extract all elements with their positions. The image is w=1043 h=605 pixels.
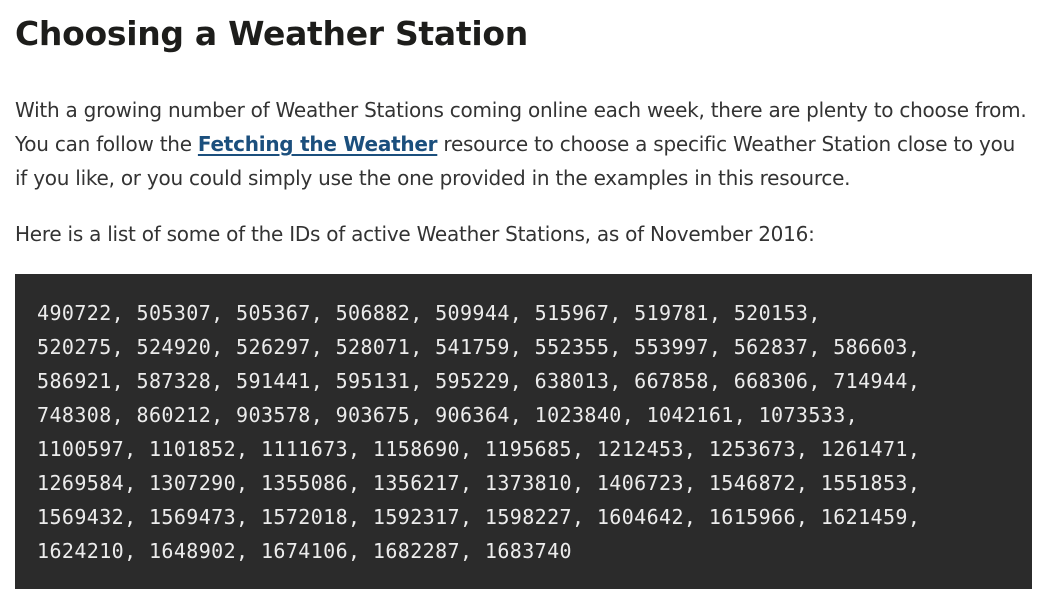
station-ids-code: 490722, 505307, 505367, 506882, 509944, …: [37, 296, 1010, 568]
intro-paragraph: With a growing number of Weather Station…: [15, 93, 1032, 195]
fetching-the-weather-link[interactable]: Fetching the Weather: [198, 132, 438, 156]
code-line: 520275, 524920, 526297, 528071, 541759, …: [37, 335, 921, 359]
code-line: 1624210, 1648902, 1674106, 1682287, 1683…: [37, 539, 572, 563]
code-line: 748308, 860212, 903578, 903675, 906364, …: [37, 403, 859, 427]
code-line: 1269584, 1307290, 1355086, 1356217, 1373…: [37, 471, 921, 495]
code-line: 1569432, 1569473, 1572018, 1592317, 1598…: [37, 505, 921, 529]
page-title: Choosing a Weather Station: [15, 14, 528, 53]
code-line: 586921, 587328, 591441, 595131, 595229, …: [37, 369, 921, 393]
station-ids-code-block[interactable]: 490722, 505307, 505367, 506882, 509944, …: [15, 274, 1032, 589]
station-list-intro: Here is a list of some of the IDs of act…: [15, 222, 815, 246]
code-line: 1100597, 1101852, 1111673, 1158690, 1195…: [37, 437, 921, 461]
code-line: 490722, 505307, 505367, 506882, 509944, …: [37, 301, 821, 325]
